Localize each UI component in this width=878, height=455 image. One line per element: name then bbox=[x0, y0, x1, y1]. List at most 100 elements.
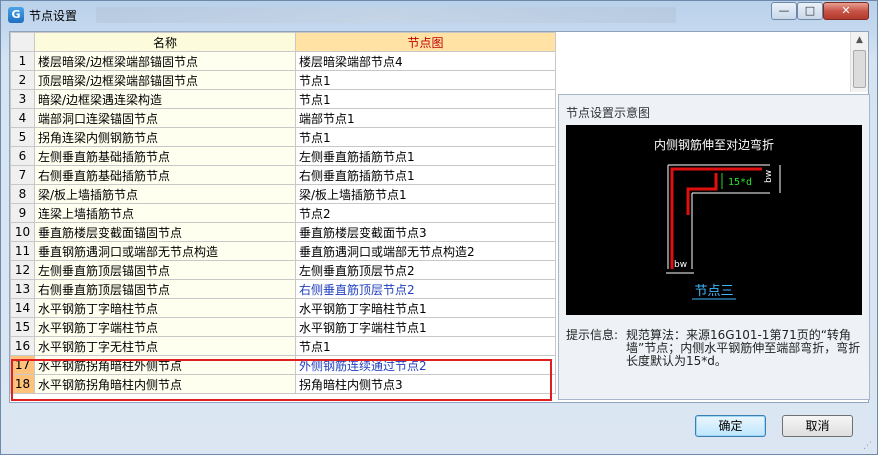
row-index[interactable]: 17 bbox=[10, 355, 35, 375]
bottom-bw-label: bw bbox=[674, 260, 687, 270]
row-name-cell: 楼层暗梁/边框梁端部锚固节点 bbox=[34, 51, 296, 71]
row-node-cell[interactable]: 外侧钢筋连续通过节点2 bbox=[295, 355, 556, 375]
table-row[interactable]: 9 连梁上墙插筋节点 节点2 bbox=[10, 203, 556, 223]
row-node-cell[interactable]: 节点1 bbox=[295, 127, 556, 147]
row-index[interactable]: 2 bbox=[10, 70, 35, 90]
row-name-cell: 水平钢筋丁字暗柱节点 bbox=[34, 298, 296, 318]
scroll-up-icon[interactable]: ▲ bbox=[851, 32, 868, 48]
side-bw-label: bw bbox=[764, 170, 774, 183]
row-index[interactable]: 10 bbox=[10, 222, 35, 242]
row-name-cell: 顶层暗梁/边框梁端部锚固节点 bbox=[34, 70, 296, 90]
index-column-header bbox=[10, 32, 35, 52]
anchor-length-label: 15*d bbox=[728, 177, 752, 188]
node-diagram-drawing: 内侧钢筋伸至对边弯折 15*d bw bw 节点三 bbox=[654, 137, 781, 300]
row-node-cell[interactable]: 垂直筋遇洞口或端部无节点构造2 bbox=[295, 241, 556, 261]
row-name-cell: 水平钢筋丁字无柱节点 bbox=[34, 336, 296, 356]
row-node-cell[interactable]: 左侧垂直筋顶层节点2 bbox=[295, 260, 556, 280]
row-name-cell: 垂直筋楼层变截面锚固节点 bbox=[34, 222, 296, 242]
resize-grip-icon[interactable]: ⋰ bbox=[863, 441, 875, 453]
table-row[interactable]: 8 梁/板上墙插筋节点 梁/板上墙插筋节点1 bbox=[10, 184, 556, 204]
row-index[interactable]: 7 bbox=[10, 165, 35, 185]
row-node-cell[interactable]: 垂直筋楼层变截面节点3 bbox=[295, 222, 556, 242]
row-node-cell[interactable]: 左侧垂直筋插筋节点1 bbox=[295, 146, 556, 166]
window-title: 节点设置 bbox=[29, 9, 78, 23]
name-column-header[interactable]: 名称 bbox=[34, 32, 296, 52]
table-row[interactable]: 15 水平钢筋丁字端柱节点 水平钢筋丁字端柱节点1 bbox=[10, 317, 556, 337]
node-settings-table: 名称 节点图 1 楼层暗梁/边框梁端部锚固节点 楼层暗梁端部节点4 2 顶层暗梁/边框梁… bbox=[10, 32, 556, 394]
title-bar[interactable]: G 节点设置 — □ ✕ bbox=[1, 1, 877, 29]
row-name-cell: 垂直钢筋遇洞口或端部无节点构造 bbox=[34, 241, 296, 261]
row-name-cell: 水平钢筋拐角暗柱内侧节点 bbox=[34, 374, 296, 394]
cancel-button[interactable]: 取消 bbox=[782, 415, 853, 437]
row-name-cell: 右侧垂直筋顶层锚固节点 bbox=[34, 279, 296, 299]
row-index[interactable]: 9 bbox=[10, 203, 35, 223]
table-row[interactable]: 17 水平钢筋拐角暗柱外侧节点 外侧钢筋连续通过节点2 bbox=[10, 355, 556, 375]
table-row[interactable]: 12 左侧垂直筋顶层锚固节点 左侧垂直筋顶层节点2 bbox=[10, 260, 556, 280]
row-name-cell: 梁/板上墙插筋节点 bbox=[34, 184, 296, 204]
table-row[interactable]: 3 暗梁/边框梁遇连梁构造 节点1 bbox=[10, 89, 556, 109]
row-node-cell[interactable]: 节点1 bbox=[295, 70, 556, 90]
table-row[interactable]: 11 垂直钢筋遇洞口或端部无节点构造 垂直筋遇洞口或端部无节点构造2 bbox=[10, 241, 556, 261]
row-index[interactable]: 18 bbox=[10, 374, 35, 394]
table-row[interactable]: 10 垂直筋楼层变截面锚固节点 垂直筋楼层变截面节点3 bbox=[10, 222, 556, 242]
table-row[interactable]: 7 右侧垂直筋基础插筋节点 右侧垂直筋插筋节点1 bbox=[10, 165, 556, 185]
node-diagram-panel: 节点设置示意图 内侧钢筋伸至对边弯折 15*d bw bw 节点三 提示信息: … bbox=[558, 94, 870, 400]
row-index[interactable]: 14 bbox=[10, 298, 35, 318]
row-node-cell[interactable]: 端部节点1 bbox=[295, 108, 556, 128]
row-index[interactable]: 8 bbox=[10, 184, 35, 204]
row-node-cell[interactable]: 梁/板上墙插筋节点1 bbox=[295, 184, 556, 204]
row-index[interactable]: 5 bbox=[10, 127, 35, 147]
row-index[interactable]: 4 bbox=[10, 108, 35, 128]
row-node-cell[interactable]: 右侧垂直筋插筋节点1 bbox=[295, 165, 556, 185]
table-row[interactable]: 5 拐角连梁内侧钢筋节点 节点1 bbox=[10, 127, 556, 147]
row-node-cell[interactable]: 水平钢筋丁字端柱节点1 bbox=[295, 317, 556, 337]
node-column-header[interactable]: 节点图 bbox=[295, 32, 556, 52]
hint-text: 规范算法：来源16G101-1第71页的“转角墙”节点；内侧水平钢筋伸至端部弯折… bbox=[626, 328, 861, 368]
ok-button[interactable]: 确定 bbox=[695, 415, 766, 437]
table-row[interactable]: 4 端部洞口连梁锚固节点 端部节点1 bbox=[10, 108, 556, 128]
scroll-thumb[interactable] bbox=[853, 50, 866, 88]
node-diagram: 内侧钢筋伸至对边弯折 15*d bw bw 节点三 bbox=[566, 125, 862, 315]
row-name-cell: 连梁上墙插筋节点 bbox=[34, 203, 296, 223]
row-node-cell[interactable]: 楼层暗梁端部节点4 bbox=[295, 51, 556, 71]
row-name-cell: 右侧垂直筋基础插筋节点 bbox=[34, 165, 296, 185]
row-name-cell: 左侧垂直筋基础插筋节点 bbox=[34, 146, 296, 166]
row-node-cell[interactable]: 节点2 bbox=[295, 203, 556, 223]
panel-title: 节点设置示意图 bbox=[566, 106, 651, 120]
table-row[interactable]: 16 水平钢筋丁字无柱节点 节点1 bbox=[10, 336, 556, 356]
row-node-cell[interactable]: 右侧垂直筋顶层节点2 bbox=[295, 279, 556, 299]
table-row[interactable]: 1 楼层暗梁/边框梁端部锚固节点 楼层暗梁端部节点4 bbox=[10, 51, 556, 71]
diagram-caption: 内侧钢筋伸至对边弯折 bbox=[654, 137, 774, 152]
minimize-button[interactable]: — bbox=[771, 2, 797, 20]
row-index[interactable]: 16 bbox=[10, 336, 35, 356]
row-index[interactable]: 1 bbox=[10, 51, 35, 71]
table-row[interactable]: 6 左侧垂直筋基础插筋节点 左侧垂直筋插筋节点1 bbox=[10, 146, 556, 166]
app-icon: G bbox=[8, 7, 24, 23]
row-index[interactable]: 11 bbox=[10, 241, 35, 261]
dialog-client-area: 名称 节点图 1 楼层暗梁/边框梁端部锚固节点 楼层暗梁端部节点4 2 顶层暗梁/边框梁… bbox=[9, 31, 870, 403]
row-index[interactable]: 13 bbox=[10, 279, 35, 299]
close-button[interactable]: ✕ bbox=[823, 2, 869, 20]
table-row[interactable]: 14 水平钢筋丁字暗柱节点 水平钢筋丁字暗柱节点1 bbox=[10, 298, 556, 318]
row-index[interactable]: 12 bbox=[10, 260, 35, 280]
vertical-scrollbar[interactable]: ▲ bbox=[850, 32, 868, 92]
table-row[interactable]: 2 顶层暗梁/边框梁端部锚固节点 节点1 bbox=[10, 70, 556, 90]
row-name-cell: 端部洞口连梁锚固节点 bbox=[34, 108, 296, 128]
row-node-cell[interactable]: 水平钢筋丁字暗柱节点1 bbox=[295, 298, 556, 318]
hint-label: 提示信息: bbox=[566, 328, 619, 342]
row-index[interactable]: 15 bbox=[10, 317, 35, 337]
maximize-button[interactable]: □ bbox=[797, 2, 823, 20]
row-index[interactable]: 3 bbox=[10, 89, 35, 109]
blurred-background-toolbar bbox=[96, 7, 676, 23]
row-node-cell[interactable]: 拐角暗柱内侧节点3 bbox=[295, 374, 556, 394]
row-name-cell: 暗梁/边框梁遇连梁构造 bbox=[34, 89, 296, 109]
row-name-cell: 拐角连梁内侧钢筋节点 bbox=[34, 127, 296, 147]
node-name-label: 节点三 bbox=[694, 284, 733, 299]
row-name-cell: 水平钢筋拐角暗柱外侧节点 bbox=[34, 355, 296, 375]
table-row[interactable]: 18 水平钢筋拐角暗柱内侧节点 拐角暗柱内侧节点3 bbox=[10, 374, 556, 394]
row-node-cell[interactable]: 节点1 bbox=[295, 89, 556, 109]
table-row[interactable]: 13 右侧垂直筋顶层锚固节点 右侧垂直筋顶层节点2 bbox=[10, 279, 556, 299]
row-index[interactable]: 6 bbox=[10, 146, 35, 166]
row-node-cell[interactable]: 节点1 bbox=[295, 336, 556, 356]
row-name-cell: 水平钢筋丁字端柱节点 bbox=[34, 317, 296, 337]
